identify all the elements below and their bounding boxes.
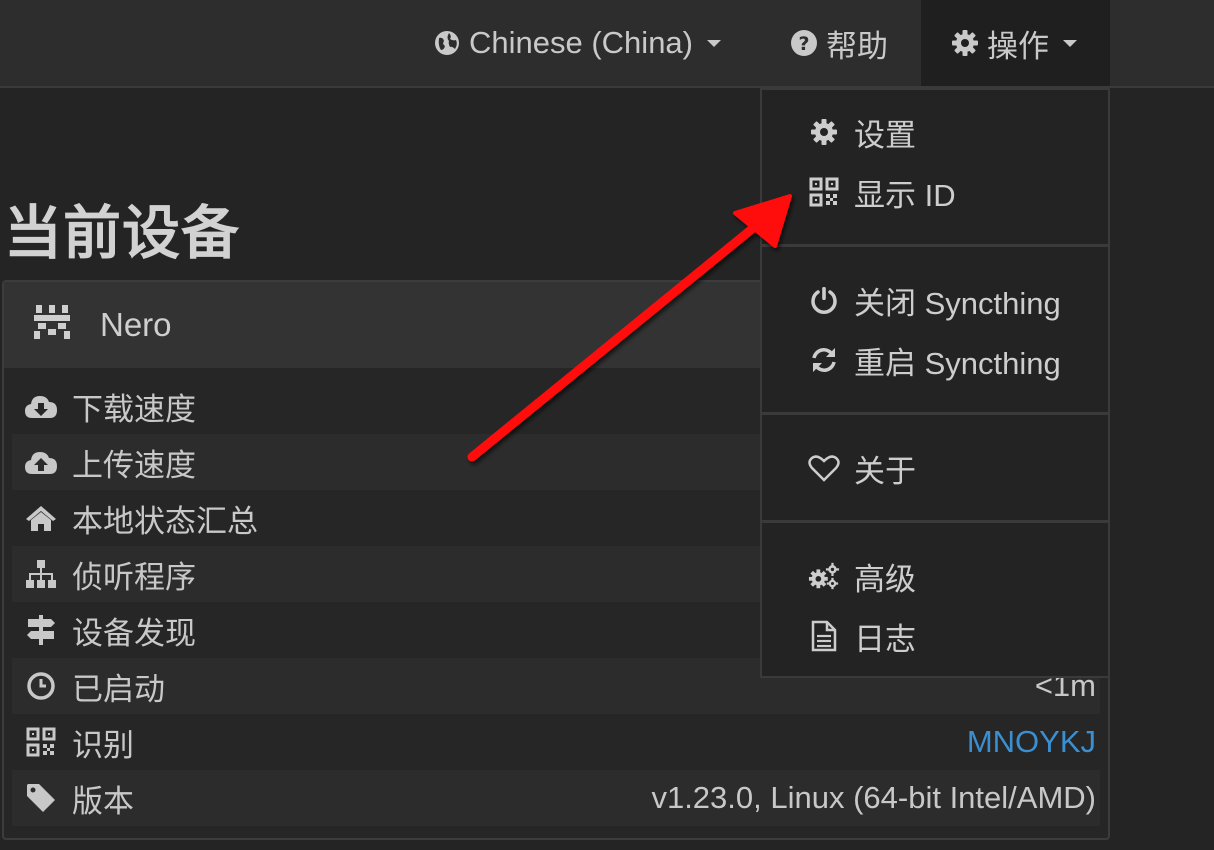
menu-item-label: 显示 ID [854,177,956,213]
menu-item-advanced[interactable]: 高级 [762,548,1108,604]
menu-item-label: 关于 [854,453,916,489]
row-label: 已启动 [72,671,165,707]
qrcode-icon [24,725,58,759]
file-text-icon [808,620,840,652]
row-identification: 识别 MNOYKJ [12,714,1100,770]
clock-icon [24,669,58,703]
menu-item-about[interactable]: 关于 [762,440,1108,496]
menu-divider [762,520,1108,523]
row-label: 下载速度 [72,391,196,427]
question-circle-icon: ? [790,29,818,57]
home-icon [24,501,58,535]
refresh-icon [808,344,840,376]
menu-divider [762,244,1108,247]
language-label: Chinese (China) [469,25,693,60]
row-label: 识别 [72,727,134,763]
gear-icon [951,29,979,57]
signpost-icon [24,613,58,647]
help-label: 帮助 [826,28,888,64]
qrcode-icon [808,176,840,208]
heart-icon [808,452,840,484]
row-label: 上传速度 [72,447,196,483]
cloud-upload-icon [24,445,58,479]
device-identicon-icon [32,301,72,349]
version-value: v1.23.0, Linux (64-bit Intel/AMD) [651,780,1096,815]
menu-item-shutdown[interactable]: 关闭 Syncthing [762,272,1108,328]
menu-item-label: 设置 [854,117,916,153]
top-navbar: Chinese (China) ? 帮助 操作 [0,0,1214,88]
device-id-link[interactable]: MNOYKJ [967,724,1096,760]
menu-item-restart[interactable]: 重启 Syncthing [762,332,1108,388]
gear-icon [808,116,840,148]
row-label: 版本 [72,783,134,819]
caret-down-icon [707,39,721,47]
menu-item-settings[interactable]: 设置 [762,104,1108,160]
gears-icon [808,560,840,592]
row-label: 侦听程序 [72,559,196,595]
menu-item-label: 重启 Syncthing [854,345,1061,381]
menu-item-show-id[interactable]: 显示 ID [762,164,1108,220]
menu-item-logs[interactable]: 日志 [762,608,1108,664]
tag-icon [24,781,58,815]
help-button[interactable]: ? 帮助 [790,0,888,86]
actions-label: 操作 [987,28,1049,64]
row-label: 本地状态汇总 [72,503,258,539]
power-icon [808,284,840,316]
menu-item-label: 关闭 Syncthing [854,285,1061,321]
language-dropdown[interactable]: Chinese (China) [433,0,721,86]
row-label: 设备发现 [72,615,196,651]
menu-item-label: 高级 [854,561,916,597]
menu-item-label: 日志 [854,621,916,657]
row-version: 版本 v1.23.0, Linux (64-bit Intel/AMD) [12,770,1100,826]
menu-divider [762,412,1108,415]
caret-down-icon [1063,39,1077,47]
globe-icon [433,29,461,57]
page-title: 当前设备 [4,201,241,266]
sitemap-icon [24,557,58,591]
cloud-download-icon [24,389,58,423]
device-name: Nero [100,306,172,343]
actions-dropdown-menu: 设置 显示 ID 关闭 Syncthing 重启 Syncthing 关于 高级 [760,88,1110,678]
actions-dropdown[interactable]: 操作 [921,0,1110,86]
svg-text:?: ? [798,33,809,55]
